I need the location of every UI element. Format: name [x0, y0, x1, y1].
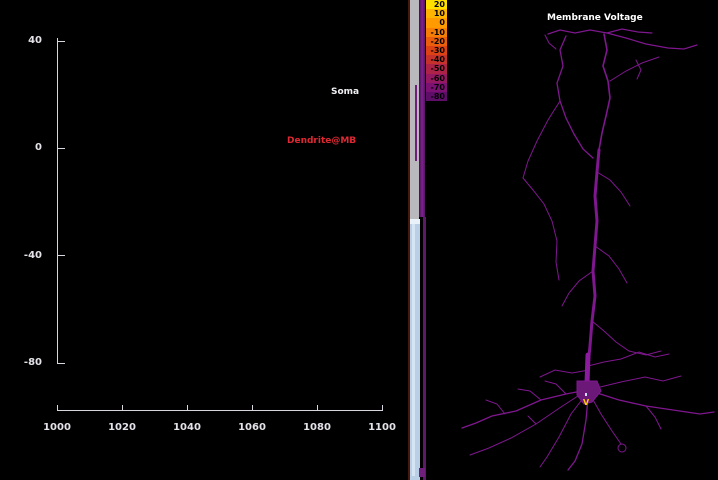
dendrite-branch	[646, 406, 661, 429]
x-tick-label: 1040	[167, 422, 207, 433]
dendrite-branch	[545, 381, 566, 394]
y-tick-label: -40	[6, 250, 42, 261]
voltage-marker[interactable]: V	[583, 398, 590, 407]
dendrite-branch	[610, 57, 659, 81]
dendrite-branch	[587, 150, 599, 383]
y-tick	[57, 363, 65, 364]
y-tick	[57, 148, 65, 149]
y-tick	[57, 255, 65, 256]
y-axis-line	[57, 38, 58, 364]
x-tick	[317, 405, 318, 410]
dendrite-branch	[470, 394, 581, 455]
neuron-simulation-screen: 40 0 -40 -80 1000 1020 1040 1060 1080 1100 Soma D…	[0, 0, 718, 480]
dendrite-branch	[568, 398, 588, 470]
dendrite-branch	[588, 352, 669, 366]
x-tick-label: 1000	[37, 422, 77, 433]
scrollbar-cap[interactable]	[410, 219, 420, 224]
y-tick-label: 0	[6, 142, 42, 153]
dendrite-branch	[596, 376, 681, 388]
x-tick-label: 1060	[232, 422, 272, 433]
legend-soma[interactable]: Soma	[331, 87, 359, 97]
x-axis-line	[57, 410, 383, 411]
dendrite-branch	[599, 34, 610, 150]
dendrite-branch	[523, 178, 559, 280]
x-tick	[252, 405, 253, 410]
dendrite-branch	[518, 389, 541, 400]
x-tick-label: 1080	[297, 422, 337, 433]
dendrite-branch	[607, 33, 697, 49]
dendrite-branch	[562, 271, 593, 306]
dendrite-branch	[462, 390, 587, 428]
dendrite-branch	[594, 392, 714, 414]
scrollbar-highlight	[412, 224, 415, 476]
dendrite-branch	[545, 35, 556, 49]
hidden-shape-trunk	[419, 0, 425, 217]
dendrite-branch	[486, 400, 505, 414]
dendrite-branch	[528, 416, 536, 424]
dendrite-branch	[636, 60, 641, 79]
x-tick	[187, 405, 188, 410]
y-tick-label: -80	[6, 357, 42, 368]
dendrite-branch	[523, 101, 560, 178]
marker-dot	[585, 393, 587, 396]
dendrite-branch	[548, 29, 652, 34]
voltage-graph-window[interactable]: 40 0 -40 -80 1000 1020 1040 1060 1080 1100 Soma D…	[0, 0, 408, 480]
x-tick-label: 1020	[102, 422, 142, 433]
x-tick	[57, 405, 58, 410]
y-tick	[57, 41, 65, 42]
legend-dendrite-mb[interactable]: Dendrite@MB	[287, 136, 356, 146]
x-tick	[382, 405, 383, 410]
dendrite-branch	[592, 321, 661, 355]
hidden-shape-fragment	[415, 85, 417, 161]
window-edge-purple	[423, 217, 426, 480]
hidden-shape-fragment-bottom	[419, 468, 425, 477]
dendrite-branch	[597, 172, 630, 206]
dendrite-branch	[557, 36, 593, 158]
dendrite-branch	[592, 398, 621, 444]
dendrite-branch	[595, 246, 627, 283]
dendrite-loop	[618, 444, 626, 452]
neuron-morphology[interactable]: V	[430, 0, 718, 480]
x-tick-label: 1100	[362, 422, 402, 433]
y-tick-label: 40	[6, 35, 42, 46]
dendrite-branch	[587, 355, 588, 383]
x-tick	[122, 405, 123, 410]
dendrite-branch	[540, 370, 589, 377]
